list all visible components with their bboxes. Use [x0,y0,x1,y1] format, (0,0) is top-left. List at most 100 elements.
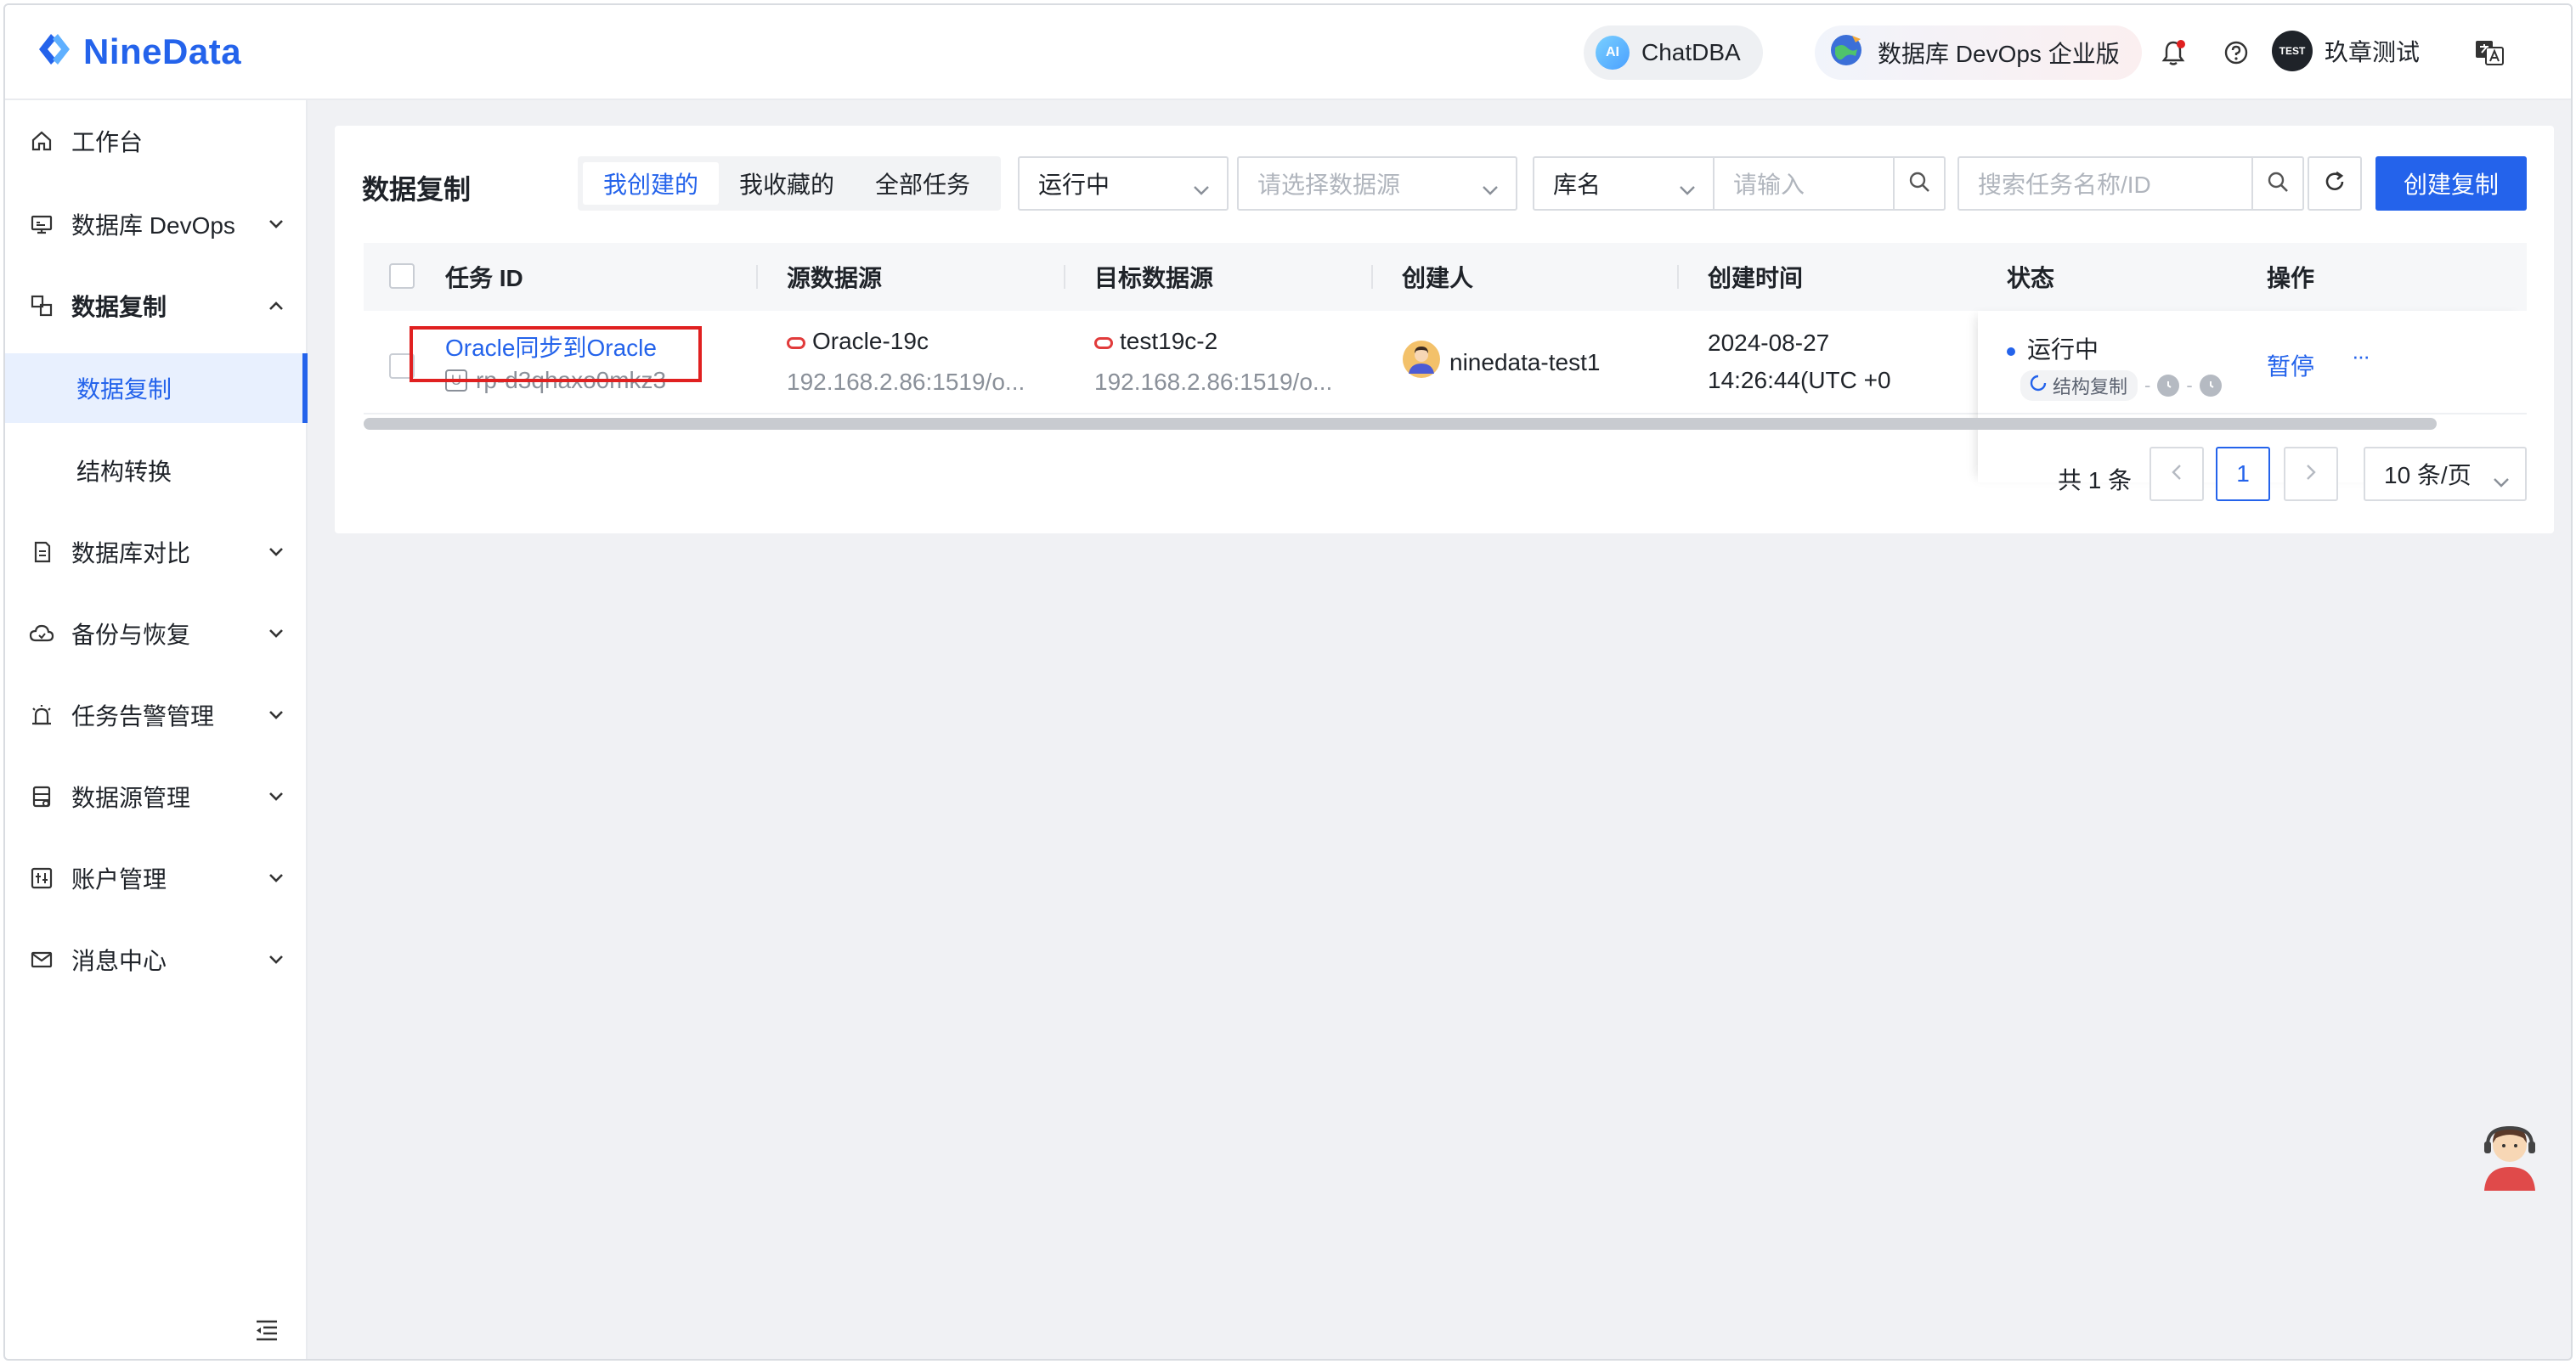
sidebar: 工作台 数据库 DevOps 数据复制 数据复制 结构转换 数据库对比 备份与恢… [5,100,308,1359]
sidebar-item-workbench[interactable]: 工作台 [5,100,308,182]
column-divider[interactable] [1064,265,1065,289]
task-search-input[interactable]: 搜索任务名称/ID [1957,156,2253,211]
sidebar-item-label: 数据库 DevOps [71,212,235,239]
tab-all-tasks[interactable]: 全部任务 [855,162,991,205]
oracle-icon [787,336,805,349]
ai-icon: AI [1596,36,1630,70]
sidebar-subitem-schema-convert[interactable]: 结构转换 [5,430,308,511]
db-name-input[interactable]: 请输入 [1713,156,1895,211]
next-page-button[interactable] [2284,447,2338,501]
more-actions-button[interactable]: ··· [2352,343,2370,369]
task-search-placeholder: 搜索任务名称/ID [1978,172,2151,198]
source-name: Oracle-19c [812,328,929,354]
chevron-down-icon [267,215,285,234]
sidebar-item-backup[interactable]: 备份与恢复 [5,593,308,674]
sidebar-item-label: 数据库对比 [71,540,191,566]
table-header: 任务 ID 源数据源 目标数据源 创建人 创建时间 状态 操作 [364,243,2527,311]
column-divider[interactable] [756,265,758,289]
column-header-target[interactable]: 目标数据源 [1094,243,1213,311]
search-icon [1907,170,1931,198]
db-field-select[interactable]: 库名 [1533,156,1715,211]
tab-my-favorites[interactable]: 我收藏的 [719,162,855,205]
page-size-select[interactable]: 10 条/页 [2364,447,2527,501]
translate-icon[interactable] [2472,36,2506,70]
stage-connector: - [2186,375,2193,396]
user-menu[interactable]: TEST 玖章测试 [2272,31,2420,71]
home-icon [29,128,54,154]
sidebar-item-alarm[interactable]: 任务告警管理 [5,674,308,756]
support-assistant-icon[interactable] [2476,1119,2544,1192]
sidebar-item-label: 备份与恢复 [71,622,191,648]
help-icon[interactable] [2219,36,2253,70]
datasource-icon [29,784,54,809]
highlight-annotation [410,326,702,382]
task-stage-progress[interactable]: 结构复制 - - [2020,370,2222,401]
collapse-sidebar-icon[interactable] [253,1318,280,1345]
sidebar-item-label: 任务告警管理 [71,703,215,730]
datasource-select[interactable]: 请选择数据源 [1237,156,1517,211]
sidebar-item-label: 数据复制 [71,294,167,320]
status-dot [2007,347,2015,356]
chevron-left-icon [2171,460,2183,488]
globe-icon [1827,31,1866,76]
chevron-down-icon [267,950,285,969]
page-1-button[interactable]: 1 [2216,447,2270,501]
db-search-button[interactable] [1893,156,1946,211]
clock-icon [2157,375,2180,397]
total-count: 共 1 条 [2058,467,2133,493]
sidebar-item-devops[interactable]: 数据库 DevOps [5,183,308,265]
column-divider[interactable] [1371,265,1373,289]
page-title: 数据复制 [362,174,472,205]
loading-icon [2029,374,2048,397]
target-address: 192.168.2.86:1519/o... [1094,369,1333,395]
creator-name: ninedata-test1 [1449,348,1601,375]
chevron-down-icon [267,543,285,561]
replication-table: 任务 ID 源数据源 目标数据源 创建人 创建时间 状态 操作 Oracle同步… [364,243,2527,430]
column-header-created-time[interactable]: 创建时间 [1708,243,1803,311]
sidebar-item-replication[interactable]: 数据复制 [5,265,308,347]
bell-icon[interactable] [2156,36,2190,70]
chevron-down-icon [1482,175,1499,202]
chatdba-button[interactable]: AI ChatDBA [1584,25,1763,80]
sidebar-subitem-replication[interactable]: 数据复制 [5,353,308,423]
replicate-icon [29,293,54,318]
column-header-creator[interactable]: 创建人 [1402,243,1473,311]
task-filter-tabs: 我创建的 我收藏的 全部任务 [578,156,1001,211]
mail-icon [29,947,54,972]
user-name: 玖章测试 [2325,39,2421,65]
source-datasource[interactable]: Oracle-19c [787,328,929,355]
target-name: test19c-2 [1120,328,1218,354]
stage-label: 结构复制 [2053,376,2128,397]
creator: ninedata-test1 [1402,340,1600,385]
sidebar-item-db-compare[interactable]: 数据库对比 [5,511,308,593]
monitor-icon [29,211,54,237]
create-replication-button[interactable]: 创建复制 [2375,156,2527,211]
chevron-down-icon [267,706,285,724]
select-all-checkbox[interactable] [389,263,415,289]
chevron-down-icon [267,869,285,888]
status-select[interactable]: 运行中 [1018,156,1229,211]
pause-button[interactable]: 暂停 [2267,348,2314,382]
sidebar-item-messages[interactable]: 消息中心 [5,919,308,1000]
sidebar-item-datasource[interactable]: 数据源管理 [5,756,308,837]
sidebar-item-account[interactable]: 账户管理 [5,837,308,919]
refresh-button[interactable] [2308,156,2362,211]
column-header-status[interactable]: 状态 [2007,243,2054,311]
devops-edition-button[interactable]: 数据库 DevOps 企业版 [1815,25,2142,80]
oracle-icon [1094,336,1113,349]
column-header-task-id[interactable]: 任务 ID [445,243,523,311]
alarm-icon [29,702,54,728]
sidebar-item-label: 数据源管理 [71,785,191,811]
tab-my-created[interactable]: 我创建的 [583,162,720,205]
clock-icon [2199,375,2222,397]
column-divider[interactable] [1677,265,1679,289]
sidebar-item-label: 工作台 [71,129,144,155]
target-datasource[interactable]: test19c-2 [1094,328,1217,355]
column-header-source[interactable]: 源数据源 [787,243,882,311]
horizontal-scrollbar[interactable] [364,418,2437,430]
logo[interactable]: NineData [34,29,241,74]
sidebar-item-label: 结构转换 [76,459,172,485]
task-search-button[interactable] [2251,156,2304,211]
devops-label: 数据库 DevOps 企业版 [1878,41,2120,67]
prev-page-button[interactable] [2149,447,2204,501]
